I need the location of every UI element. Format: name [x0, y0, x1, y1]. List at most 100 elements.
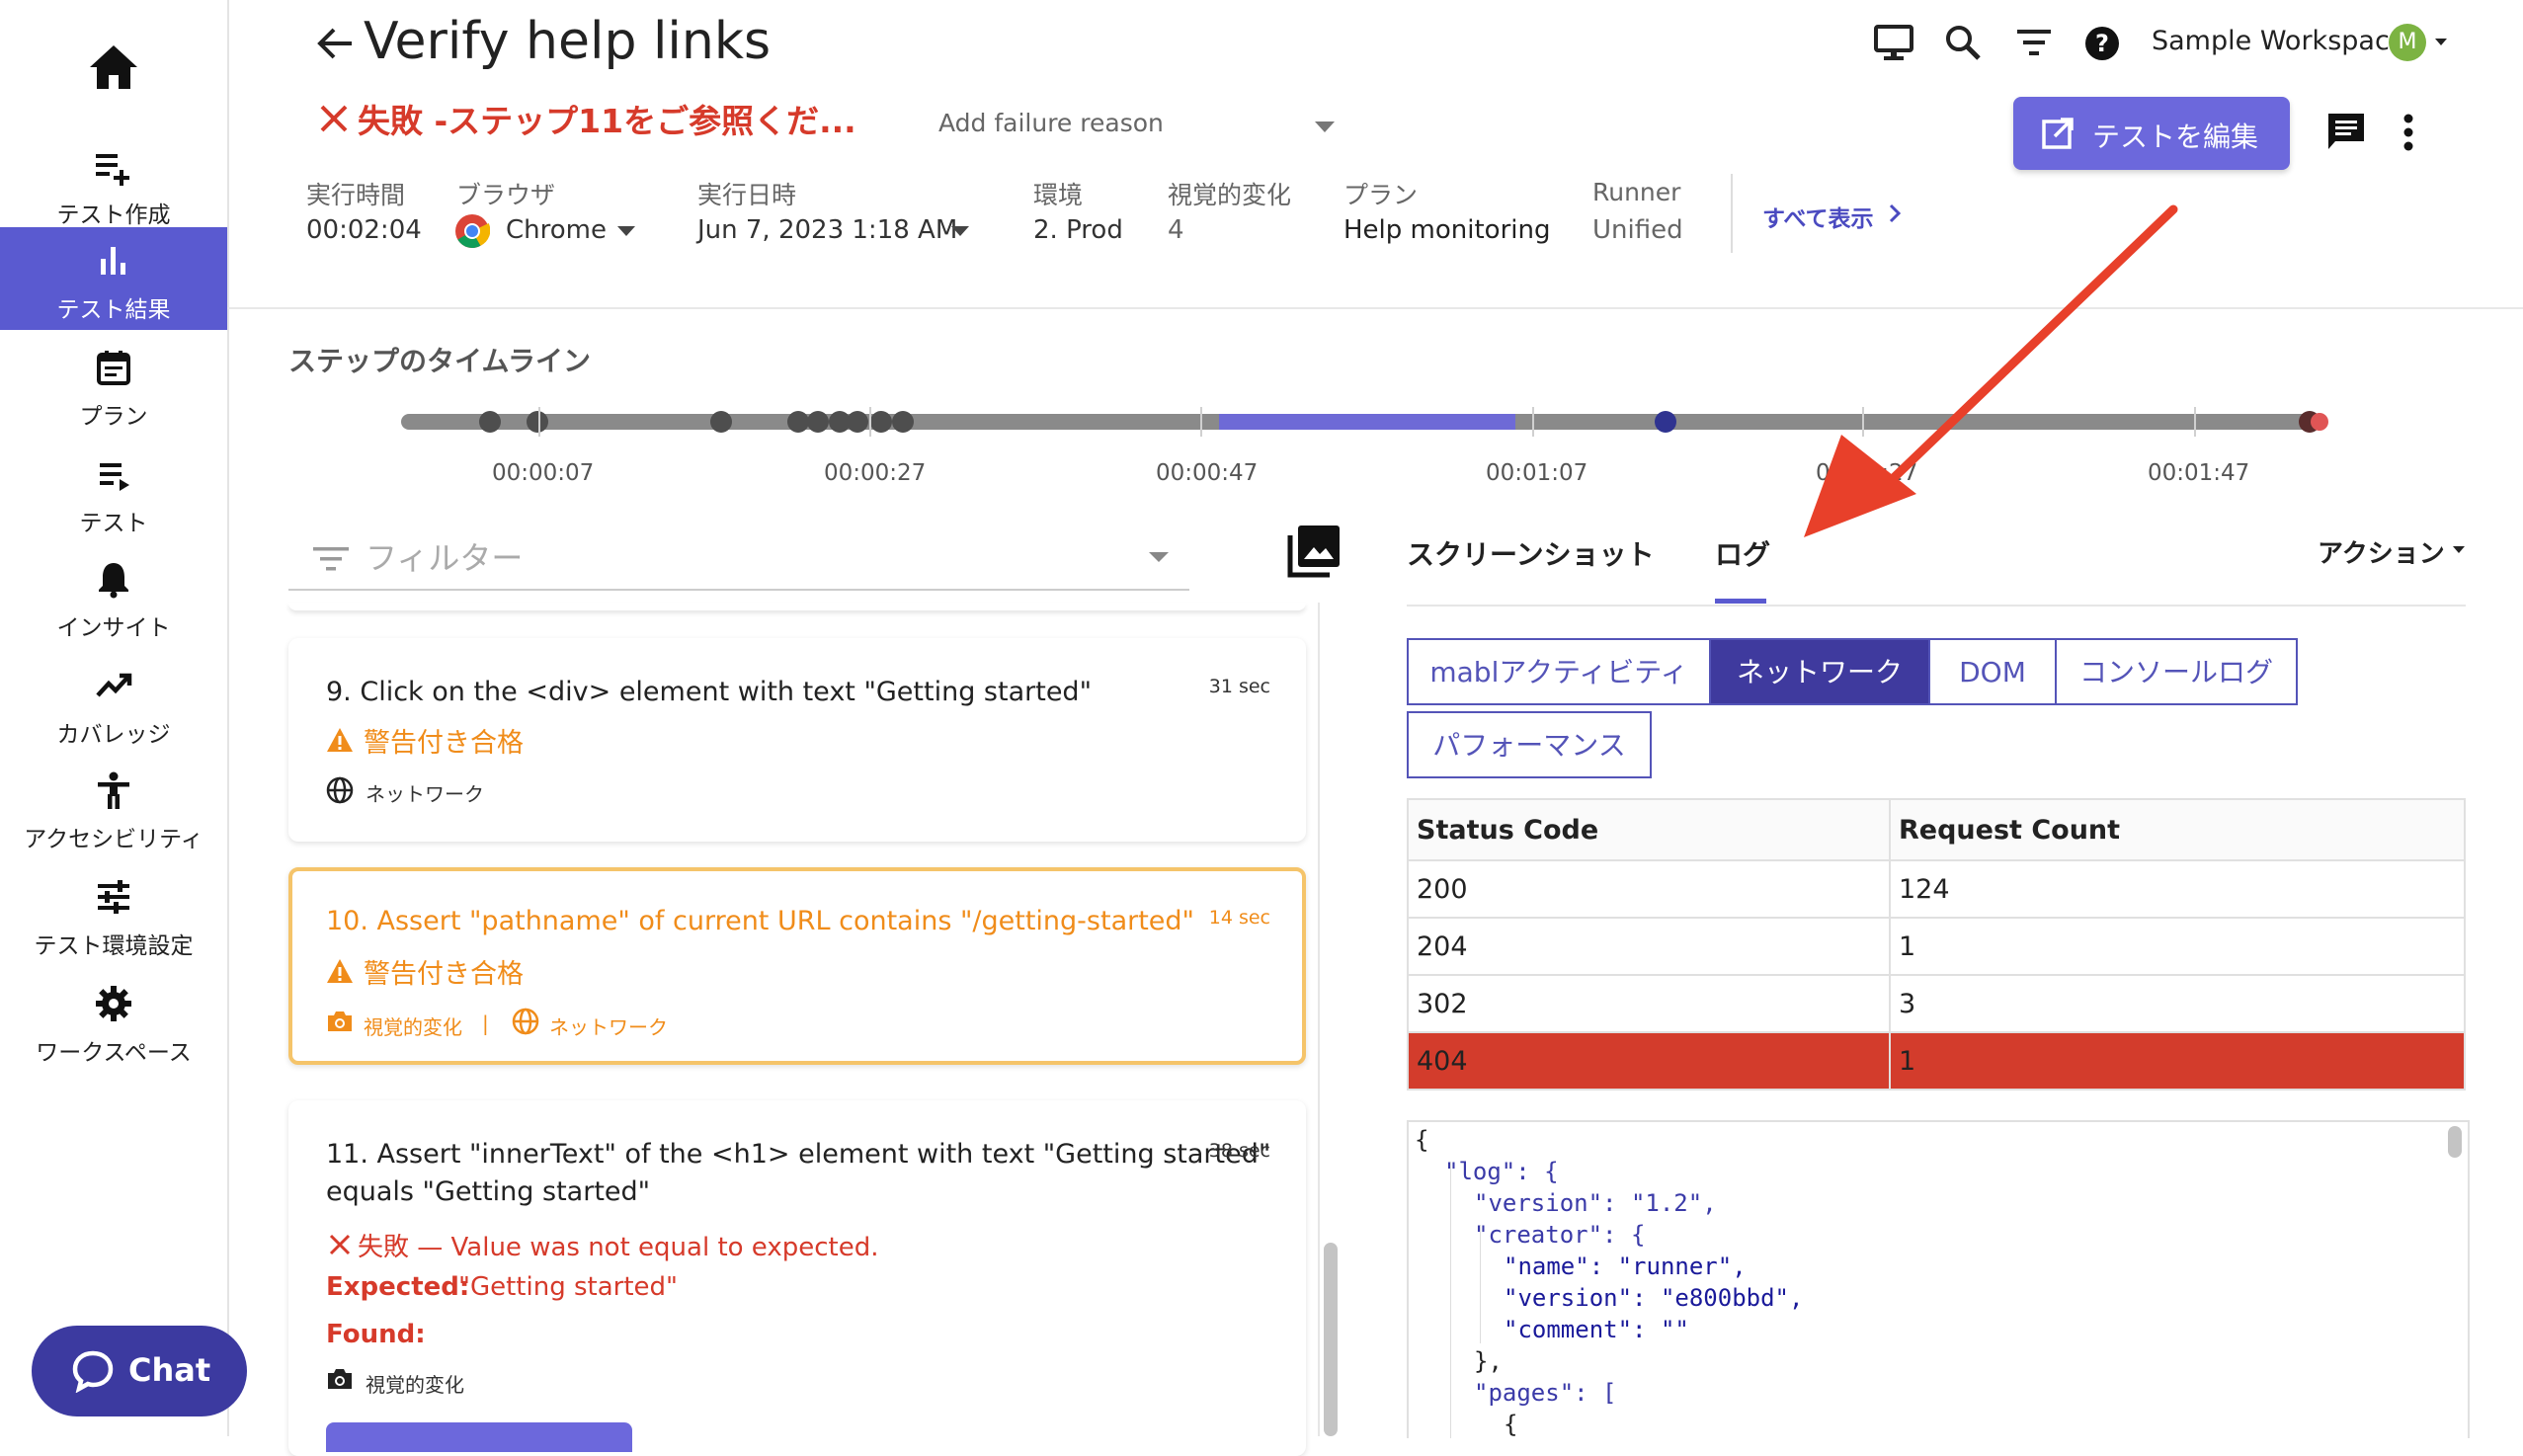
nav-label: ワークスペース: [36, 1040, 192, 1066]
environment-label: 環境: [1033, 181, 1084, 209]
filter-dropdown-icon[interactable]: [1148, 551, 1170, 563]
camera-icon: [326, 1010, 354, 1033]
timeline-current-marker[interactable]: [1655, 411, 1676, 433]
run-date-select[interactable]: Jun 7, 2023 1:18 AM: [697, 215, 957, 245]
table-row-error[interactable]: 404 1: [1407, 1031, 2466, 1091]
filter-input[interactable]: フィルター: [288, 524, 1189, 591]
step-action-button[interactable]: [326, 1422, 632, 1452]
table-row[interactable]: 204 1: [1407, 917, 2466, 976]
edit-test-button[interactable]: テストを編集: [2013, 97, 2290, 170]
runner-label: Runner: [1592, 178, 1681, 206]
comment-icon[interactable]: [2325, 111, 2367, 152]
step-card[interactable]: 9. Click on the <div> element with text …: [288, 638, 1306, 842]
subtab-performance[interactable]: パフォーマンス: [1407, 711, 1652, 778]
tabs-divider: [1407, 605, 2466, 607]
accessibility-icon: [94, 770, 133, 810]
code-line: "version": "1.2",: [1474, 1189, 1717, 1217]
browser-select[interactable]: Chrome: [506, 215, 607, 245]
step-card-failed[interactable]: 11. Assert "innerText" of the <h1> eleme…: [288, 1100, 1306, 1456]
more-vert-icon[interactable]: [2402, 113, 2414, 152]
step-duration: 14 sec: [1208, 907, 1270, 929]
back-arrow-icon[interactable]: [316, 24, 354, 63]
nav-label: アクセシビリティ: [24, 827, 203, 852]
timeline-tick: 00:01:07: [1486, 460, 1588, 486]
step-tag-visual-change: 視覚的変化: [366, 1373, 464, 1397]
duration-value: 00:02:04: [306, 215, 422, 245]
actions-menu[interactable]: アクション: [2318, 533, 2445, 570]
annotation-arrow: [1778, 198, 2193, 553]
subtab-mabl-activity[interactable]: mablアクティビティ: [1407, 638, 1711, 705]
gear-icon: [94, 984, 133, 1023]
chevron-down-icon[interactable]: [1314, 121, 1336, 134]
nav-home[interactable]: [0, 30, 227, 132]
timeline-tick: 00:00:47: [1156, 460, 1259, 486]
calendar-icon: [94, 348, 133, 387]
list-divider: [1318, 603, 1320, 1436]
tune-icon: [94, 877, 133, 917]
table-header-row: Status Code Request Count: [1407, 798, 2466, 861]
warning-icon: [326, 727, 354, 753]
actions-dropdown-icon[interactable]: [2452, 545, 2466, 555]
step-tag-network: ネットワーク: [366, 782, 484, 806]
playlist-add-icon: [94, 146, 133, 186]
code-line: "comment": "": [1504, 1316, 1689, 1343]
expected-value: "Getting started": [458, 1272, 678, 1302]
help-icon[interactable]: ?: [2084, 26, 2120, 61]
filter-list-icon: [312, 545, 350, 573]
steps-scrollbar[interactable]: [1324, 1243, 1338, 1436]
har-log-viewer[interactable]: { "log": { "version": "1.2", "creator": …: [1407, 1120, 2470, 1438]
screenshot-gallery-icon[interactable]: [1286, 524, 1342, 579]
avatar[interactable]: M: [2389, 24, 2426, 61]
chat-bubble-icon: [71, 1349, 115, 1393]
nav-coverage[interactable]: カバレッジ: [0, 652, 227, 755]
table-cell: 302: [1407, 974, 1891, 1033]
tab-log[interactable]: ログ: [1715, 533, 1770, 573]
code-scrollbar[interactable]: [2448, 1126, 2462, 1158]
nav-label: テスト結果: [56, 297, 171, 323]
fail-x-icon: [318, 103, 350, 134]
plan-value[interactable]: Help monitoring: [1343, 215, 1550, 245]
nav-plans[interactable]: プラン: [0, 334, 227, 437]
browser-dropdown-icon[interactable]: [616, 225, 636, 237]
filter-icon[interactable]: [2015, 28, 2053, 57]
expected-label: Expected:: [326, 1272, 470, 1302]
chat-button[interactable]: Chat: [32, 1326, 247, 1416]
step-status-failed: 失敗 — Value was not equal to expected.: [358, 1233, 879, 1262]
nav-accessibility[interactable]: アクセシビリティ: [0, 757, 227, 859]
nav-test-results[interactable]: テスト結果: [0, 227, 227, 330]
nav-workspace[interactable]: ワークスペース: [0, 970, 227, 1073]
run-date-dropdown-icon[interactable]: [950, 225, 970, 237]
nav-test-create[interactable]: テスト作成: [0, 132, 227, 235]
step-tag-visual-change: 視覚的変化: [364, 1015, 462, 1039]
table-cell: 1: [1889, 917, 2466, 976]
workspace-dropdown-icon[interactable]: [2434, 38, 2448, 47]
list-icon: [94, 454, 133, 494]
fail-headline[interactable]: 失敗 -ステップ11をご参照くだ...: [358, 95, 856, 142]
nav-label: テスト: [79, 511, 148, 536]
search-icon[interactable]: [1944, 24, 1982, 61]
plan-label: プラン: [1343, 181, 1419, 209]
failure-reason-select[interactable]: Add failure reason: [938, 109, 1164, 137]
indent-guide: [1480, 1225, 1481, 1343]
subtab-console-log[interactable]: コンソールログ: [2055, 638, 2298, 705]
subtab-network[interactable]: ネットワーク: [1709, 638, 1930, 705]
browser-label: ブラウザ: [456, 181, 556, 209]
workspace-name[interactable]: Sample Workspace: [2152, 26, 2405, 56]
network-status-table: Status Code Request Count 200 124 204 1 …: [1407, 798, 2466, 1091]
nav-tests[interactable]: テスト: [0, 441, 227, 543]
step-tag-network: ネットワーク: [549, 1015, 668, 1039]
tab-screenshot[interactable]: スクリーンショット: [1407, 533, 1655, 573]
table-row[interactable]: 200 124: [1407, 859, 2466, 919]
table-header: Status Code: [1407, 798, 1891, 861]
nav-insights[interactable]: インサイト: [0, 545, 227, 648]
monitor-icon[interactable]: [1873, 24, 1914, 61]
timeline-fail-dot: [2311, 413, 2328, 431]
subtab-dom[interactable]: DOM: [1928, 638, 2057, 705]
step-title: 9. Click on the <div> element with text …: [326, 677, 1092, 707]
step-card-selected[interactable]: 10. Assert "pathname" of current URL con…: [288, 867, 1306, 1065]
tab-log-indicator: [1715, 599, 1766, 604]
nav-environment-settings[interactable]: テスト環境設定: [0, 863, 227, 966]
step-status: 警告付き合格: [364, 959, 524, 990]
code-line: },: [1474, 1347, 1503, 1375]
table-row[interactable]: 302 3: [1407, 974, 2466, 1033]
